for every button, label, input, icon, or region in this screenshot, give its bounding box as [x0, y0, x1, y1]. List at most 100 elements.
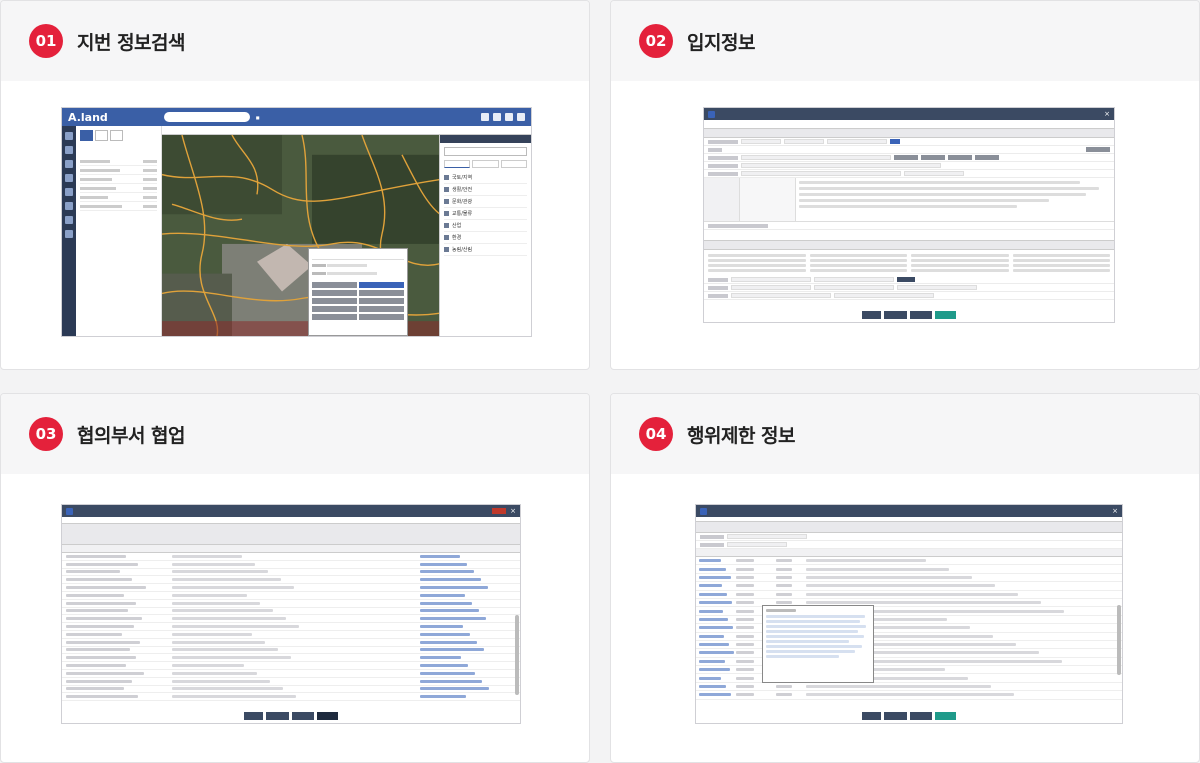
step-button-3[interactable]	[292, 712, 314, 720]
parcel-tab-2[interactable]	[95, 130, 109, 141]
option-checkbox[interactable]	[911, 254, 1009, 257]
option-checkbox[interactable]	[809, 264, 907, 267]
list-item[interactable]	[80, 157, 157, 166]
menu-icon[interactable]	[517, 113, 525, 121]
option-checkbox[interactable]	[809, 269, 907, 272]
option-checkbox[interactable]	[1012, 254, 1110, 257]
close-badge[interactable]	[492, 508, 507, 514]
form-field[interactable]	[814, 285, 894, 290]
form-button[interactable]	[1086, 147, 1110, 152]
form-field[interactable]	[897, 285, 977, 290]
option-checkbox[interactable]	[1012, 264, 1110, 267]
step-button-2[interactable]	[884, 712, 908, 720]
theme-category-item[interactable]: 환경	[444, 232, 527, 244]
option-checkbox[interactable]	[708, 259, 806, 262]
address-search-input[interactable]	[163, 112, 250, 122]
form-field[interactable]	[827, 139, 887, 144]
form-button[interactable]	[894, 155, 918, 160]
step-button-1[interactable]	[244, 712, 264, 720]
option-checkbox[interactable]	[911, 259, 1009, 262]
step-button-4[interactable]	[934, 712, 956, 720]
nav-edit-icon[interactable]	[65, 188, 73, 196]
form-field[interactable]	[741, 163, 941, 168]
window-icon[interactable]	[505, 113, 513, 121]
option-checkbox[interactable]	[809, 254, 907, 257]
popup-action-button[interactable]	[312, 282, 357, 288]
parcel-tab-3[interactable]	[110, 130, 124, 141]
back-icon[interactable]	[700, 507, 707, 515]
nav-chat-icon[interactable]	[65, 216, 73, 224]
popup-action-button[interactable]	[359, 306, 404, 312]
popup-action-button[interactable]	[359, 298, 404, 304]
theme-category-item[interactable]: 산업	[444, 220, 527, 232]
theme-category-item[interactable]: 문화/관광	[444, 196, 527, 208]
close-icon[interactable]: ×	[1112, 507, 1118, 515]
form-field[interactable]	[731, 285, 811, 290]
step-button-3[interactable]	[910, 712, 932, 720]
nav-location-icon[interactable]	[65, 160, 73, 168]
popup-action-button[interactable]	[312, 306, 357, 312]
form-button[interactable]	[897, 277, 915, 282]
scrollbar[interactable]	[1117, 605, 1121, 675]
download-icon[interactable]	[493, 113, 501, 121]
parcel-tab-1[interactable]	[80, 130, 94, 141]
form-field[interactable]	[741, 171, 901, 176]
list-item[interactable]	[80, 202, 157, 211]
print-icon[interactable]	[481, 113, 489, 121]
nav-search-icon[interactable]	[65, 132, 73, 140]
theme-tab-1[interactable]	[444, 160, 471, 168]
form-field[interactable]	[834, 293, 934, 298]
form-button[interactable]	[921, 155, 945, 160]
theme-tab-3[interactable]	[500, 160, 527, 168]
form-button[interactable]	[948, 155, 972, 160]
popup-action-button[interactable]	[359, 314, 404, 320]
step-button-1[interactable]	[862, 712, 882, 720]
option-checkbox[interactable]	[708, 254, 806, 257]
form-field[interactable]	[727, 542, 787, 547]
close-icon[interactable]: ×	[510, 507, 516, 515]
option-checkbox[interactable]	[708, 269, 806, 272]
close-icon[interactable]: ×	[1104, 110, 1110, 118]
option-checkbox[interactable]	[809, 259, 907, 262]
popup-action-button[interactable]	[312, 290, 357, 296]
nav-grid-icon[interactable]	[65, 230, 73, 238]
form-field[interactable]	[904, 171, 964, 176]
back-icon[interactable]	[66, 507, 73, 515]
option-checkbox[interactable]	[1012, 259, 1110, 262]
form-field[interactable]	[727, 534, 807, 539]
theme-category-item[interactable]: 농림/산림	[444, 244, 527, 256]
list-item[interactable]	[80, 166, 157, 175]
form-button[interactable]	[890, 139, 900, 144]
form-field[interactable]	[741, 139, 781, 144]
theme-category-item[interactable]: 국토/지역	[444, 172, 527, 184]
theme-category-item[interactable]: 생활/안전	[444, 184, 527, 196]
step-button-2[interactable]	[884, 311, 908, 319]
theme-category-item[interactable]: 교통/물류	[444, 208, 527, 220]
form-field[interactable]	[731, 277, 811, 282]
scrollbar[interactable]	[515, 615, 519, 695]
form-field[interactable]	[741, 155, 891, 160]
form-button[interactable]	[975, 155, 999, 160]
popup-action-button[interactable]	[359, 282, 404, 288]
nav-chart-icon[interactable]	[65, 202, 73, 210]
step-button-1[interactable]	[862, 311, 882, 319]
list-item[interactable]	[80, 193, 157, 202]
back-icon[interactable]	[708, 110, 715, 118]
theme-search-input[interactable]	[444, 147, 527, 156]
step-button-4[interactable]	[934, 311, 956, 319]
option-checkbox[interactable]	[911, 264, 1009, 267]
popup-action-button[interactable]	[312, 314, 357, 320]
list-item[interactable]	[80, 184, 157, 193]
nav-map-icon[interactable]	[65, 146, 73, 154]
form-field[interactable]	[784, 139, 824, 144]
option-checkbox[interactable]	[1012, 269, 1110, 272]
option-checkbox[interactable]	[708, 264, 806, 267]
theme-tab-2[interactable]	[472, 160, 499, 168]
form-field[interactable]	[731, 293, 831, 298]
step-button-4[interactable]	[316, 712, 338, 720]
nav-folder-icon[interactable]	[65, 174, 73, 182]
search-option-checkbox[interactable]: ■	[256, 115, 260, 120]
step-button-3[interactable]	[910, 311, 932, 319]
list-item[interactable]	[80, 175, 157, 184]
popup-action-button[interactable]	[359, 290, 404, 296]
